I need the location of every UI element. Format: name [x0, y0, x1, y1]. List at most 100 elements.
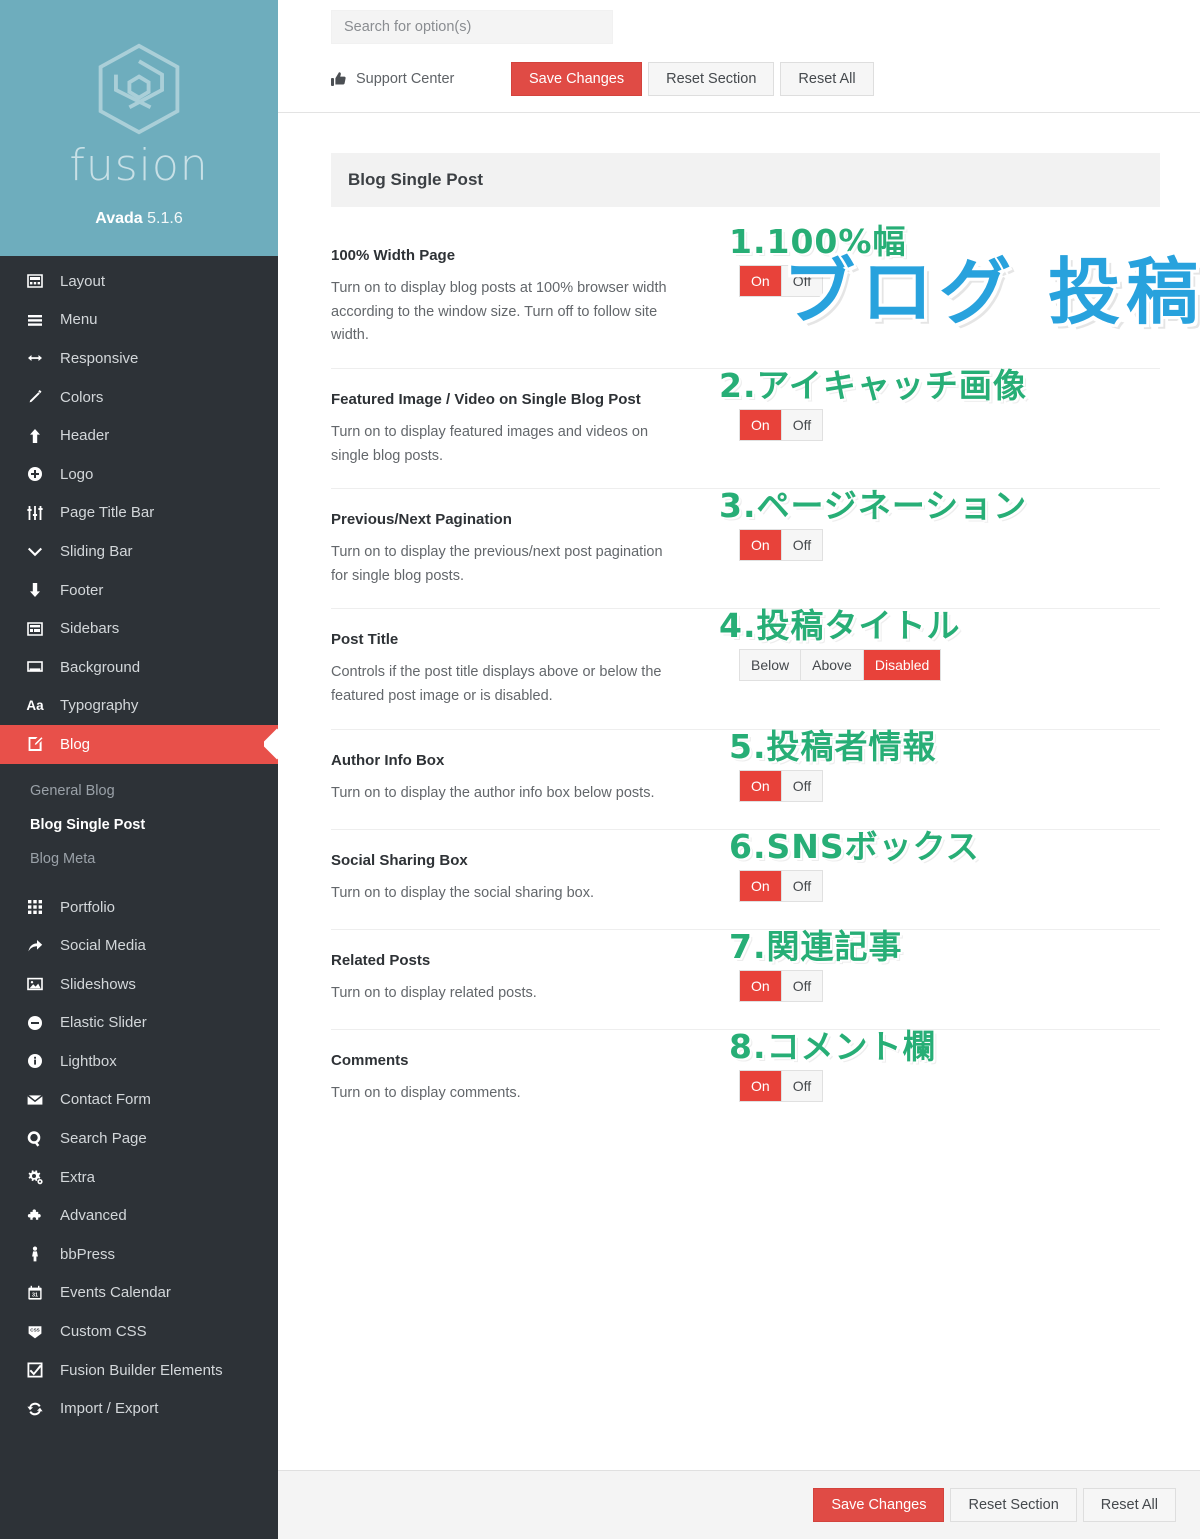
sidebar-item-import-export[interactable]: Import / Export [0, 1389, 278, 1428]
minus-circle-icon [22, 1015, 48, 1031]
thumbs-up-icon [331, 71, 347, 87]
reset-section-button[interactable]: Reset Section [648, 62, 775, 96]
sidebar-item-fusion-builder-elements[interactable]: Fusion Builder Elements [0, 1351, 278, 1390]
svg-text:31: 31 [32, 1293, 38, 1299]
option-disabled-button[interactable]: Disabled [863, 650, 941, 681]
sidebar-item-background[interactable]: Background [0, 648, 278, 687]
sidebar-item-label: Social Media [60, 937, 146, 955]
option-off-button[interactable]: Off [781, 409, 823, 440]
sidebar-item-layout[interactable]: Layout [0, 262, 278, 301]
svg-text:CSS: CSS [30, 1327, 39, 1332]
sidebar-item-label: Events Calendar [60, 1284, 171, 1302]
sidebar-item-label: Footer [60, 581, 104, 599]
option-row: Related Posts Turn on to display related … [331, 930, 1160, 1030]
option-above-button[interactable]: Above [801, 650, 864, 681]
sidebar-item-sliding-bar[interactable]: Sliding Bar [0, 532, 278, 571]
sidebar-subitem-general-blog[interactable]: General Blog [0, 774, 278, 808]
sidebar-item-label: Extra [60, 1168, 96, 1186]
footer-reset-all-button[interactable]: Reset All [1082, 1488, 1176, 1522]
option-info: 100% Width Page Turn on to display blog p… [331, 247, 731, 348]
sidebar-item-label: Background [60, 658, 141, 676]
option-row: Social Sharing Box Turn on to display the… [331, 830, 1160, 930]
save-changes-button[interactable]: Save Changes [511, 62, 643, 96]
option-title: Comments [331, 1051, 409, 1069]
sidebar-item-extra[interactable]: Extra [0, 1158, 278, 1197]
option-off-button[interactable]: Off [781, 770, 823, 801]
option-button-group[interactable]: On Off [739, 869, 824, 902]
option-description: Turn on to display blog posts at 100% br… [331, 280, 667, 344]
envelope-icon [22, 1092, 48, 1108]
footer-reset-section-button[interactable]: Reset Section [950, 1488, 1077, 1522]
version-number: 5.1.6 [147, 210, 183, 227]
sidebar-item-slideshows[interactable]: Slideshows [0, 965, 278, 1004]
option-off-button[interactable]: Off [781, 530, 823, 561]
options-list: 100% Width Page Turn on to display blog p… [331, 225, 1160, 1130]
sidebar-item-blog[interactable]: Blog [0, 725, 278, 764]
option-button-group[interactable]: On Off [739, 769, 824, 802]
option-control: 4.投稿タイトル Below Above Disabled [719, 609, 1160, 682]
sidebar-item-custom-css[interactable]: CSS Custom CSS [0, 1312, 278, 1351]
product-name: Avada [95, 210, 143, 227]
option-description: Turn on to display related posts. [331, 984, 537, 1001]
option-button-group[interactable]: Below Above Disabled [739, 649, 942, 682]
sidebar-item-portfolio[interactable]: Portfolio [0, 888, 278, 927]
option-button-group[interactable]: On Off [739, 969, 824, 1002]
sidebar-item-page-title-bar[interactable]: Page Title Bar [0, 494, 278, 533]
option-info: Related Posts Turn on to display related … [331, 952, 731, 1006]
option-button-group[interactable]: On Off [739, 529, 824, 562]
option-off-button[interactable]: Off [781, 870, 823, 901]
sidebar-item-advanced[interactable]: Advanced [0, 1196, 278, 1235]
option-button-group[interactable]: On Off [739, 265, 824, 297]
option-info: Previous/Next Pagination Turn on to displ… [331, 511, 731, 588]
sidebar-item-contact-form[interactable]: Contact Form [0, 1081, 278, 1120]
option-description: Controls if the post title displays abov… [331, 664, 662, 704]
sidebar-item-footer[interactable]: Footer [0, 571, 278, 610]
option-off-button[interactable]: Off [781, 266, 823, 296]
option-description: Turn on to display the social sharing bo… [331, 884, 595, 901]
option-off-button[interactable]: Off [781, 970, 823, 1001]
option-on-button[interactable]: On [740, 770, 782, 801]
sidebar-item-label: Header [60, 427, 110, 445]
option-off-button[interactable]: Off [781, 1070, 823, 1101]
sidebar-item-label: Sidebars [60, 620, 120, 638]
sidebar-item-typography[interactable]: Aa Typography [0, 687, 278, 726]
option-button-group[interactable]: On Off [739, 1069, 824, 1102]
sidebar-item-logo[interactable]: Logo [0, 455, 278, 494]
option-description: Turn on to display the author info box b… [331, 784, 655, 801]
share-arrow-icon [22, 938, 48, 954]
reset-all-button[interactable]: Reset All [780, 62, 874, 96]
sidebar-item-header[interactable]: Header [0, 416, 278, 455]
sidebar-subitem-blog-single-post[interactable]: Blog Single Post [0, 808, 278, 842]
support-center-link[interactable]: Support Center [331, 71, 511, 87]
option-on-button[interactable]: On [740, 870, 782, 901]
option-description: Turn on to display featured images and v… [331, 423, 649, 464]
sidebar-item-menu[interactable]: Menu [0, 301, 278, 340]
option-on-button[interactable]: On [740, 1070, 782, 1101]
sidebar-item-social-media[interactable]: Social Media [0, 926, 278, 965]
option-row: Previous/Next Pagination Turn on to displ… [331, 489, 1160, 610]
option-button-group[interactable]: On Off [739, 408, 824, 441]
sidebar-item-elastic-slider[interactable]: Elastic Slider [0, 1004, 278, 1043]
bottom-toolbar: Save Changes Reset Section Reset All [278, 1470, 1200, 1539]
sidebar-item-bbpress[interactable]: bbPress [0, 1235, 278, 1274]
sidebar-item-colors[interactable]: Colors [0, 378, 278, 417]
sidebar-item-search-page[interactable]: Search Page [0, 1119, 278, 1158]
sidebar-item-label: bbPress [60, 1245, 116, 1263]
green-annotation: 4.投稿タイトル [719, 606, 961, 646]
person-icon [22, 1246, 48, 1262]
footer-save-changes-button[interactable]: Save Changes [813, 1488, 945, 1522]
option-on-button[interactable]: On [740, 409, 782, 440]
sidebar-subitem-blog-meta[interactable]: Blog Meta [0, 842, 278, 876]
option-below-button[interactable]: Below [740, 650, 802, 681]
sidebar-item-lightbox[interactable]: Lightbox [0, 1042, 278, 1081]
sidebar-item-responsive[interactable]: Responsive [0, 339, 278, 378]
search-input[interactable] [331, 10, 613, 44]
green-annotation: 8.コメント欄 [729, 1026, 937, 1066]
main-panel: Support Center Save Changes Reset Sectio… [278, 0, 1200, 1539]
option-title: Featured Image / Video on Single Blog Po… [331, 390, 641, 408]
option-on-button[interactable]: On [740, 530, 782, 561]
sidebar-item-sidebars[interactable]: Sidebars [0, 609, 278, 648]
option-on-button[interactable]: On [740, 970, 782, 1001]
option-on-button[interactable]: On [740, 266, 782, 296]
sidebar-item-events-calendar[interactable]: 31 Events Calendar [0, 1274, 278, 1313]
